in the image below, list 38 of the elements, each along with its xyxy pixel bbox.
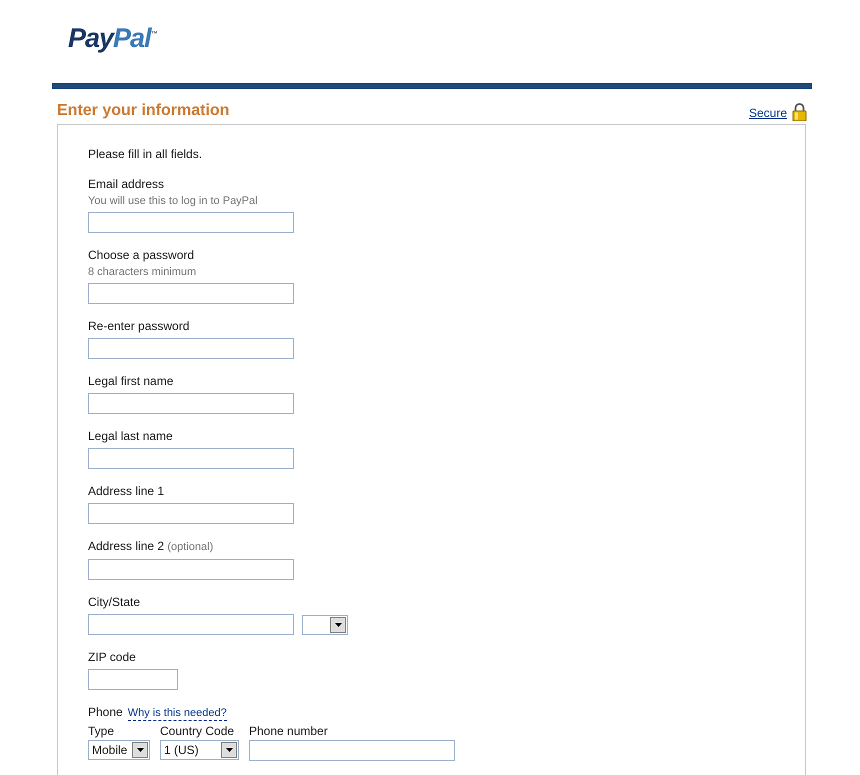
field-label: Email address	[88, 177, 166, 192]
field-label: Choose a password	[88, 248, 196, 263]
dropdown[interactable]	[302, 614, 348, 634]
input-field[interactable]	[88, 503, 294, 524]
help-link[interactable]: Why is this needed?	[128, 707, 227, 721]
input-field[interactable]	[88, 669, 178, 690]
input-field[interactable]	[88, 559, 294, 580]
secure-link[interactable]: Secure	[748, 106, 787, 121]
logo: PayPal$^{™}$	[68, 22, 157, 54]
input-field[interactable]	[88, 393, 294, 414]
input-field[interactable]	[88, 212, 294, 233]
field-label: Re-enter password	[88, 319, 190, 334]
field-label: Phone	[88, 705, 123, 720]
caret-icon	[132, 742, 148, 758]
input-field[interactable]	[88, 448, 294, 469]
field-label: Address line 1	[88, 484, 166, 499]
optional-note: (optional)	[167, 541, 214, 553]
field-hint: You will use this to log in to PayPal	[88, 195, 259, 208]
input-field[interactable]	[249, 740, 455, 761]
dropdown[interactable]: Mobile	[88, 740, 150, 760]
input-field[interactable]	[88, 338, 294, 359]
caret-icon	[221, 742, 237, 758]
field-label: Phone number	[249, 724, 329, 739]
caret-icon	[330, 616, 346, 632]
field-label: Legal last name	[88, 429, 174, 444]
field-label: ZIP code	[88, 650, 137, 665]
field-label: City/State	[88, 595, 142, 610]
instruction-text: Please fill in all fields.	[88, 147, 204, 162]
input-field[interactable]	[88, 283, 294, 304]
input-field[interactable]	[88, 614, 294, 635]
field-label: Country Code	[160, 724, 236, 739]
field-label: Type	[88, 724, 116, 739]
field-label: Legal first name	[88, 374, 174, 389]
dropdown[interactable]: 1 (US)	[160, 740, 239, 760]
field-hint: 8 characters minimum	[88, 266, 198, 279]
section-title: Enter your information	[57, 101, 230, 121]
lock-icon	[792, 103, 807, 121]
field-label: Address line 2	[88, 539, 164, 553]
